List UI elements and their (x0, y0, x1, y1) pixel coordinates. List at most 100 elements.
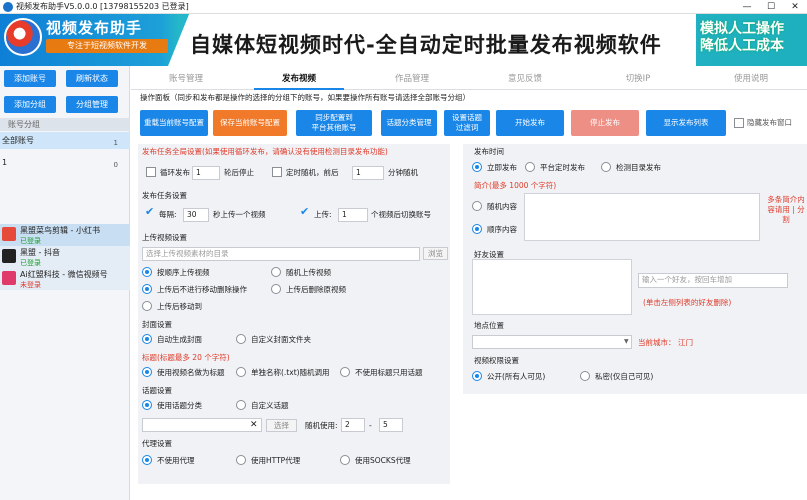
refresh-status-button[interactable]: 刷新状态 (66, 70, 118, 87)
proxy-settings-title: 代理设置 (142, 439, 172, 448)
location-select[interactable] (472, 335, 632, 349)
account-item-wechat-channels[interactable]: Ai红盟科技 - 微信视频号 未登录 (0, 268, 130, 290)
custom-cover-radio[interactable] (236, 334, 246, 344)
account-item-douyin[interactable]: 黑盟 - 抖音 已登录 (0, 246, 130, 268)
http-proxy-radio[interactable] (236, 455, 246, 465)
tab-switch-ip[interactable]: 切换IP (593, 68, 683, 90)
show-publish-list-button[interactable]: 显示发布列表 (646, 110, 726, 136)
save-config-button[interactable]: 保存当前账号配置 (213, 110, 287, 136)
intro-textarea[interactable] (524, 193, 760, 241)
tab-works-management[interactable]: 作品管理 (367, 68, 457, 90)
topic-only-radio[interactable] (340, 367, 350, 377)
interval-seconds-input[interactable]: 30 (183, 208, 209, 222)
friend-input[interactable]: 输入一个好友，按回车增加 (638, 273, 788, 288)
group-item-1[interactable]: 1 0 (0, 155, 130, 170)
delete-after-upload-radio[interactable] (271, 284, 281, 294)
topic-filter-label-2: 过滤词 (455, 123, 479, 132)
loop-count-input[interactable]: 1 (192, 166, 220, 180)
clear-icon[interactable]: ✕ (250, 420, 258, 430)
socks-proxy-label: 使用SOCKS代理 (355, 456, 411, 465)
random-upload-radio[interactable] (271, 267, 281, 277)
start-publish-button[interactable]: 开始发布 (496, 110, 564, 136)
public-radio[interactable] (472, 371, 482, 381)
random-minutes-input[interactable]: 1 (352, 166, 384, 180)
random-suffix: 分钟随机 (388, 168, 418, 177)
sequential-intro-radio[interactable] (472, 224, 482, 234)
loop-publish-checkbox[interactable] (146, 167, 156, 177)
custom-topic-radio[interactable] (236, 400, 246, 410)
reload-config-button[interactable]: 重载当前账号配置 (140, 110, 208, 136)
group-count: 1 (113, 139, 118, 147)
maximize-icon[interactable]: ☐ (759, 0, 783, 14)
current-city-label: 当前城市： (638, 338, 676, 347)
start-publish-label: 开始发布 (515, 118, 545, 127)
group-item-all[interactable]: 全部账号 1 (0, 132, 130, 149)
public-label: 公开(所有人可见) (487, 372, 546, 381)
app-icon (3, 2, 13, 12)
sequential-upload-label: 按顺序上传视频 (157, 268, 210, 277)
account-status: 已登录 (20, 259, 41, 267)
task-settings-title: 发布任务设置 (142, 191, 187, 200)
stop-publish-button[interactable]: 停止发布 (571, 110, 639, 136)
topic-filter-button[interactable]: 设置话题 过滤词 (444, 110, 490, 136)
random-intro-radio[interactable] (472, 201, 482, 211)
add-group-button[interactable]: 添加分组 (4, 96, 56, 113)
intro-title: 简介(最多 1000 个字符) (474, 181, 557, 190)
tab-feedback[interactable]: 意见反馈 (480, 68, 570, 90)
show-publish-list-label: 显示发布列表 (663, 118, 709, 127)
loop-publish-label: 循环发布 (160, 168, 190, 177)
chevron-down-icon[interactable]: ▼ (624, 337, 629, 347)
tab-account-management[interactable]: 账号管理 (141, 68, 231, 90)
topic-category-radio[interactable] (142, 400, 152, 410)
browse-button[interactable]: 浏览 (423, 247, 448, 260)
add-account-button[interactable]: 添加账号 (4, 70, 56, 87)
manage-groups-button[interactable]: 分组管理 (66, 96, 118, 113)
upload-count-check-icon[interactable]: ✔ (300, 205, 309, 218)
move-after-upload-radio[interactable] (142, 301, 152, 311)
tab-help[interactable]: 使用说明 (706, 68, 796, 90)
topic-range-dash: - (369, 421, 372, 430)
logo-icon (4, 18, 42, 56)
no-move-delete-label: 上传后不进行移动删除操作 (157, 285, 247, 294)
no-proxy-radio[interactable] (142, 455, 152, 465)
group-name: 1 (2, 158, 8, 167)
minimize-icon[interactable]: — (735, 0, 759, 14)
filename-title-radio[interactable] (142, 367, 152, 377)
upload-count-input[interactable]: 1 (338, 208, 368, 222)
account-name: 黑盟菜鸟剪辑 - 小红书 (20, 226, 100, 235)
topic-category-button[interactable]: 话题分类管理 (381, 110, 437, 136)
topic-settings-title: 话题设置 (142, 386, 172, 395)
random-upload-label: 随机上传视频 (286, 268, 331, 277)
topic-select-input[interactable] (142, 418, 262, 432)
publish-now-radio[interactable] (472, 162, 482, 172)
interval-check-icon[interactable]: ✔ (145, 205, 154, 218)
platform-scheduled-radio[interactable] (525, 162, 535, 172)
sequential-upload-radio[interactable] (142, 267, 152, 277)
topic-select-button[interactable]: 选择 (266, 419, 297, 432)
sync-config-button[interactable]: 同步配置到 平台其他账号 (296, 110, 372, 136)
topic-min-input[interactable]: 2 (341, 418, 365, 432)
sequential-intro-label: 顺序内容 (487, 225, 517, 234)
account-item-xiaohongshu[interactable]: 黑盟菜鸟剪辑 - 小红书 已登录 (0, 224, 130, 246)
banner: 视频发布助手 专注于短视频软件开发 自媒体短视频时代-全自动定时批量发布视频软件… (0, 14, 807, 66)
private-radio[interactable] (580, 371, 590, 381)
tab-publish-video[interactable]: 发布视频 (254, 68, 344, 90)
socks-proxy-radio[interactable] (340, 455, 350, 465)
auto-cover-radio[interactable] (142, 334, 152, 344)
group-header: 账号分组 (0, 118, 130, 131)
wechat-channels-icon (2, 271, 16, 285)
main-tabs: 账号管理 发布视频 作品管理 意见反馈 切换IP 使用说明 (131, 68, 807, 90)
close-icon[interactable]: ✕ (783, 0, 807, 14)
topic-max-input[interactable]: 5 (379, 418, 403, 432)
account-name: Ai红盟科技 - 微信视频号 (20, 270, 108, 279)
hide-window-checkbox[interactable] (734, 118, 744, 128)
timed-random-checkbox[interactable] (272, 167, 282, 177)
watch-dir-radio[interactable] (601, 162, 611, 172)
no-move-delete-radio[interactable] (142, 284, 152, 294)
txt-title-radio[interactable] (236, 367, 246, 377)
account-name: 黑盟 - 抖音 (20, 248, 60, 257)
video-dir-input[interactable]: 选择上传视频素材的目录 (142, 247, 420, 261)
friends-list[interactable] (472, 259, 632, 315)
sync-config-label-2: 平台其他账号 (311, 123, 357, 132)
stop-publish-label: 停止发布 (590, 118, 620, 127)
